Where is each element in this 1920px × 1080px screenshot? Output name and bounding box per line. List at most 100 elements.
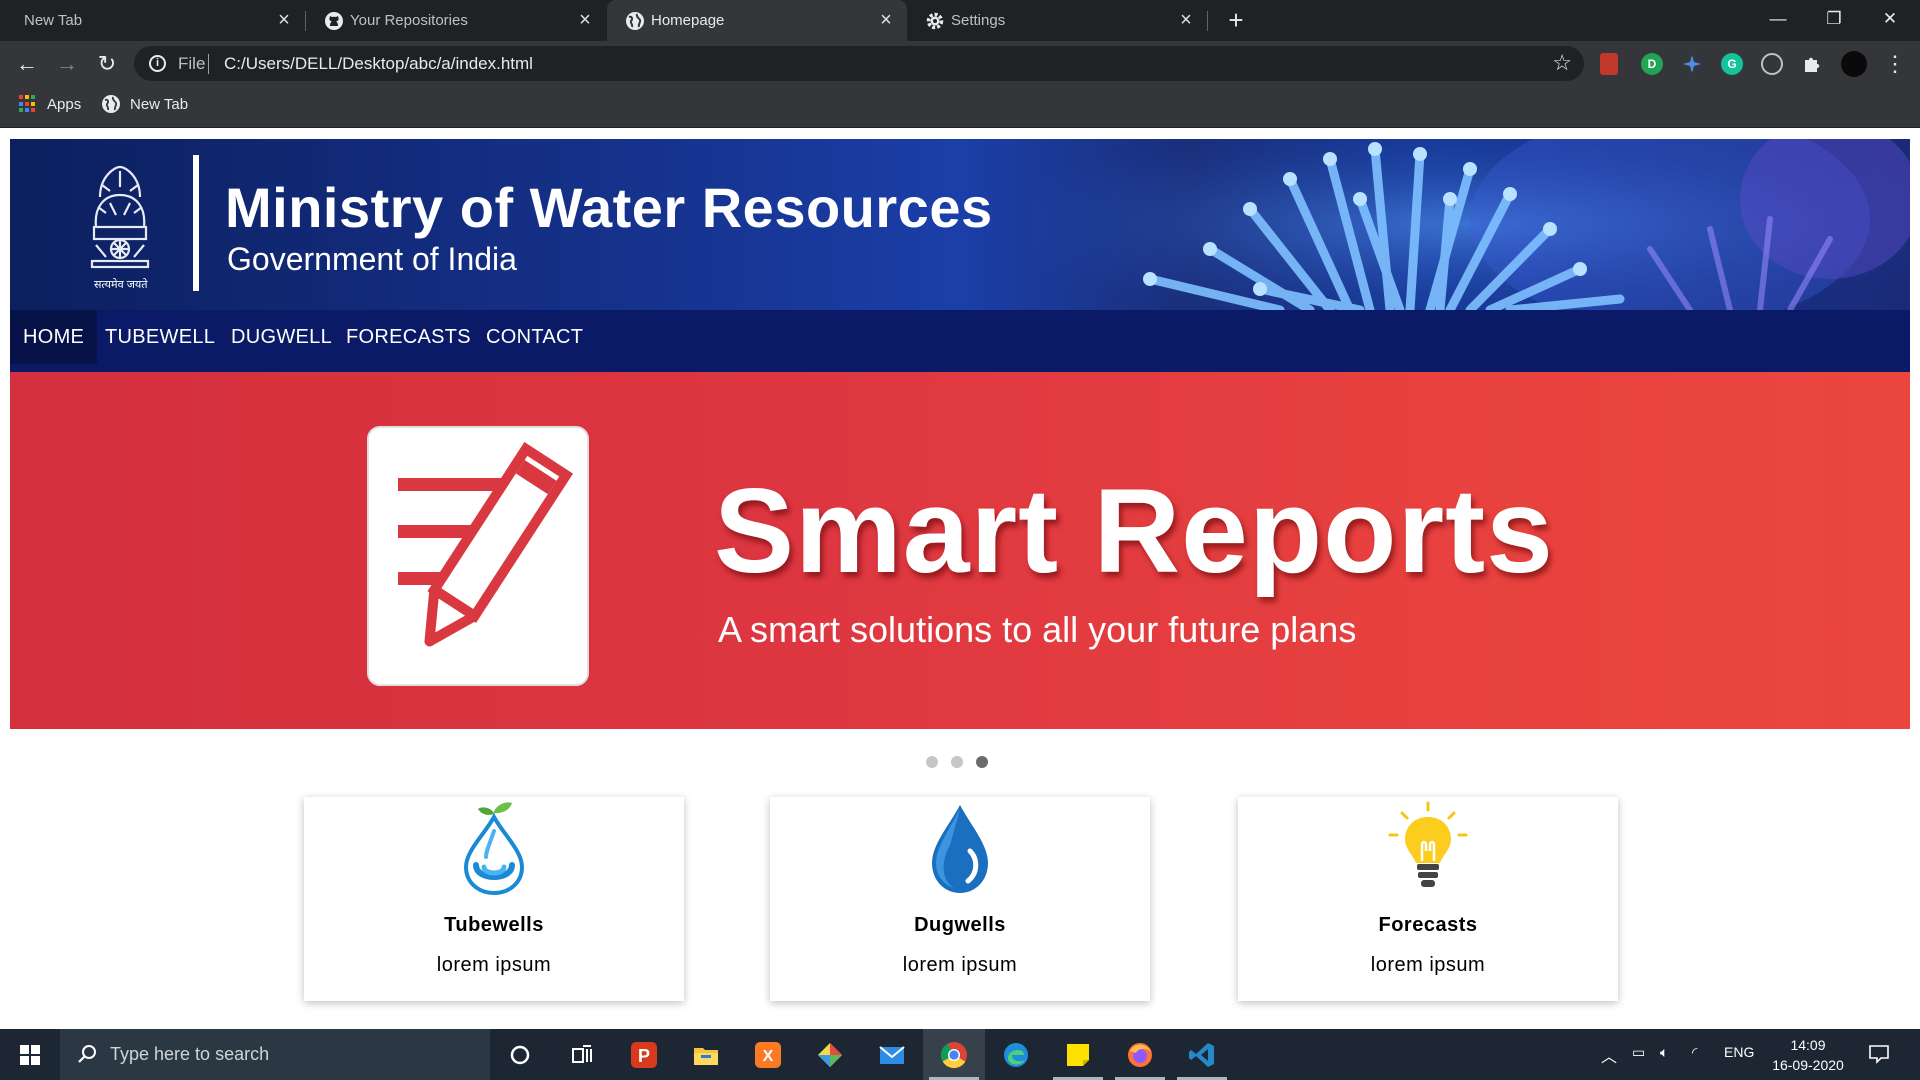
grammarly-icon[interactable]: G — [1721, 53, 1743, 75]
header-divider — [193, 155, 199, 291]
tray-overflow-chevron-icon[interactable]: ︿ — [1601, 1043, 1617, 1067]
vscode-icon[interactable] — [1171, 1029, 1233, 1080]
search-placeholder: Type here to search — [110, 1044, 270, 1064]
card-title: Dugwells — [914, 914, 1006, 936]
blue-ext-icon[interactable] — [1681, 53, 1703, 75]
carousel-dot[interactable] — [951, 756, 963, 768]
bookmark-label: New Tab — [130, 95, 189, 113]
close-icon[interactable]: × — [574, 9, 596, 31]
search-icon — [78, 1045, 96, 1063]
tab-your-repositories[interactable]: Your Repositories × — [306, 0, 606, 41]
bookmark-apps[interactable]: Apps — [19, 95, 81, 113]
windows-start-icon[interactable] — [0, 1029, 60, 1080]
hero-title: Smart Reports — [714, 464, 1554, 598]
circle-ext-icon[interactable] — [1761, 53, 1783, 75]
globe-icon — [626, 12, 644, 30]
hero-subtitle: A smart solutions to all your future pla… — [718, 609, 1357, 650]
coral-background-image — [1030, 139, 1910, 310]
water-drop-icon — [932, 805, 988, 893]
carousel-indicators — [926, 756, 988, 770]
chrome-icon[interactable] — [923, 1029, 985, 1080]
gear-icon — [926, 12, 944, 30]
url-text[interactable]: C:/Users/DELL/Desktop/abc/a/index.html — [224, 54, 533, 74]
tab-homepage[interactable]: Homepage × — [607, 0, 907, 41]
card-forecasts[interactable]: Forecasts lorem ipsum — [1238, 797, 1618, 1001]
notification-center-icon[interactable] — [1868, 1043, 1890, 1065]
site-subtitle: Government of India — [227, 241, 517, 277]
national-emblem-icon — [90, 165, 150, 269]
carousel-dot-active[interactable] — [976, 756, 988, 768]
tab-label: Your Repositories — [350, 12, 468, 29]
menu-kebab-icon[interactable]: ⋮ — [1884, 51, 1906, 77]
minimize-button[interactable]: — — [1750, 0, 1806, 41]
nav-dugwell[interactable]: DUGWELL — [218, 310, 345, 364]
close-icon[interactable]: × — [273, 9, 295, 31]
clock-date: 16-09-2020 — [1772, 1057, 1844, 1073]
card-title: Tubewells — [444, 914, 544, 936]
psiphon-icon[interactable]: P — [613, 1029, 675, 1080]
restore-button[interactable]: ❐ — [1806, 0, 1862, 41]
battery-icon[interactable]: ▭ — [1632, 1044, 1645, 1061]
browser-toolbar: ← → ↻ i File C:/Users/DELL/Desktop/abc/a… — [0, 41, 1920, 86]
new-tab-button[interactable]: + — [1222, 6, 1250, 34]
apps-grid-icon — [19, 95, 37, 113]
carousel-dot[interactable] — [926, 756, 938, 768]
bookmarks-bar: Apps New Tab — [0, 86, 1920, 128]
wifi-icon[interactable]: ◜ — [1692, 1044, 1697, 1061]
site-info-icon[interactable]: i — [149, 55, 166, 72]
divider — [208, 54, 209, 74]
close-icon[interactable]: × — [1175, 9, 1197, 31]
tab-label: Settings — [951, 12, 1006, 29]
card-title: Forecasts — [1378, 914, 1478, 936]
nav-contact[interactable]: CONTACT — [473, 310, 596, 364]
language-indicator[interactable]: ENG — [1724, 1044, 1754, 1060]
emblem-motto: सत्यमेव जयते — [94, 279, 148, 291]
nav-tubewell[interactable]: TUBEWELL — [92, 310, 228, 364]
puzzle-icon[interactable] — [1801, 53, 1823, 75]
card-text: lorem ipsum — [436, 954, 552, 976]
card-dugwells[interactable]: Dugwells lorem ipsum — [770, 797, 1150, 1001]
main-nav: HOME TUBEWELL DUGWELL FORECASTS CONTACT — [10, 310, 1910, 372]
card-tubewells[interactable]: Tubewells lorem ipsum — [304, 797, 684, 1001]
profile-avatar[interactable] — [1841, 51, 1867, 77]
file-explorer-icon[interactable] — [675, 1029, 737, 1080]
edge-icon[interactable] — [985, 1029, 1047, 1080]
report-edit-icon — [367, 426, 589, 686]
forward-arrow-icon[interactable]: → — [52, 49, 82, 79]
address-bar[interactable]: i File C:/Users/DELL/Desktop/abc/a/index… — [134, 46, 1584, 81]
system-clock[interactable]: 14:09 16-09-2020 — [1766, 1035, 1850, 1075]
xampp-icon[interactable]: X — [737, 1029, 799, 1080]
windows-taskbar: Type here to search P X ︿ ▭ 🔈︎ ◜ ENG 14:… — [0, 1029, 1920, 1080]
git-icon[interactable] — [799, 1029, 861, 1080]
firefox-icon[interactable] — [1109, 1029, 1171, 1080]
bookmark-star-icon[interactable]: ☆ — [1552, 50, 1572, 76]
site-title: Ministry of Water Resources — [225, 176, 993, 239]
tab-label: Homepage — [651, 12, 725, 29]
taskbar-search-box[interactable]: Type here to search — [60, 1029, 490, 1080]
reload-icon[interactable]: ↻ — [92, 49, 122, 79]
bookmark-label: Apps — [47, 95, 82, 113]
bookmark-ext-icon[interactable] — [1600, 53, 1618, 75]
green-ext-icon[interactable]: D — [1641, 53, 1663, 75]
tab-separator — [1207, 11, 1208, 31]
tab-new-tab[interactable]: New Tab × — [0, 0, 305, 41]
close-icon[interactable]: × — [875, 9, 897, 31]
tab-settings[interactable]: Settings × — [907, 0, 1207, 41]
close-window-button[interactable]: ✕ — [1862, 0, 1918, 41]
light-bulb-icon — [1388, 801, 1468, 887]
tab-label: New Tab — [24, 12, 83, 29]
bookmark-new-tab[interactable]: New Tab — [102, 95, 188, 113]
back-arrow-icon[interactable]: ← — [12, 49, 42, 79]
mail-icon[interactable] — [861, 1029, 923, 1080]
cortana-icon[interactable] — [489, 1029, 551, 1080]
task-view-icon[interactable] — [551, 1029, 613, 1080]
svg-text:X: X — [763, 1048, 774, 1065]
volume-icon[interactable]: 🔈︎ — [1660, 1044, 1668, 1061]
nav-forecasts[interactable]: FORECASTS — [333, 310, 484, 364]
clock-time: 14:09 — [1790, 1037, 1826, 1053]
github-icon — [325, 12, 343, 30]
sticky-notes-icon[interactable] — [1047, 1029, 1109, 1080]
hero-carousel-slide[interactable]: Smart Reports A smart solutions to all y… — [10, 372, 1910, 729]
web-page: सत्यमेव जयते Ministry of Water Resources… — [0, 129, 1920, 1029]
nav-home[interactable]: HOME — [10, 310, 98, 364]
